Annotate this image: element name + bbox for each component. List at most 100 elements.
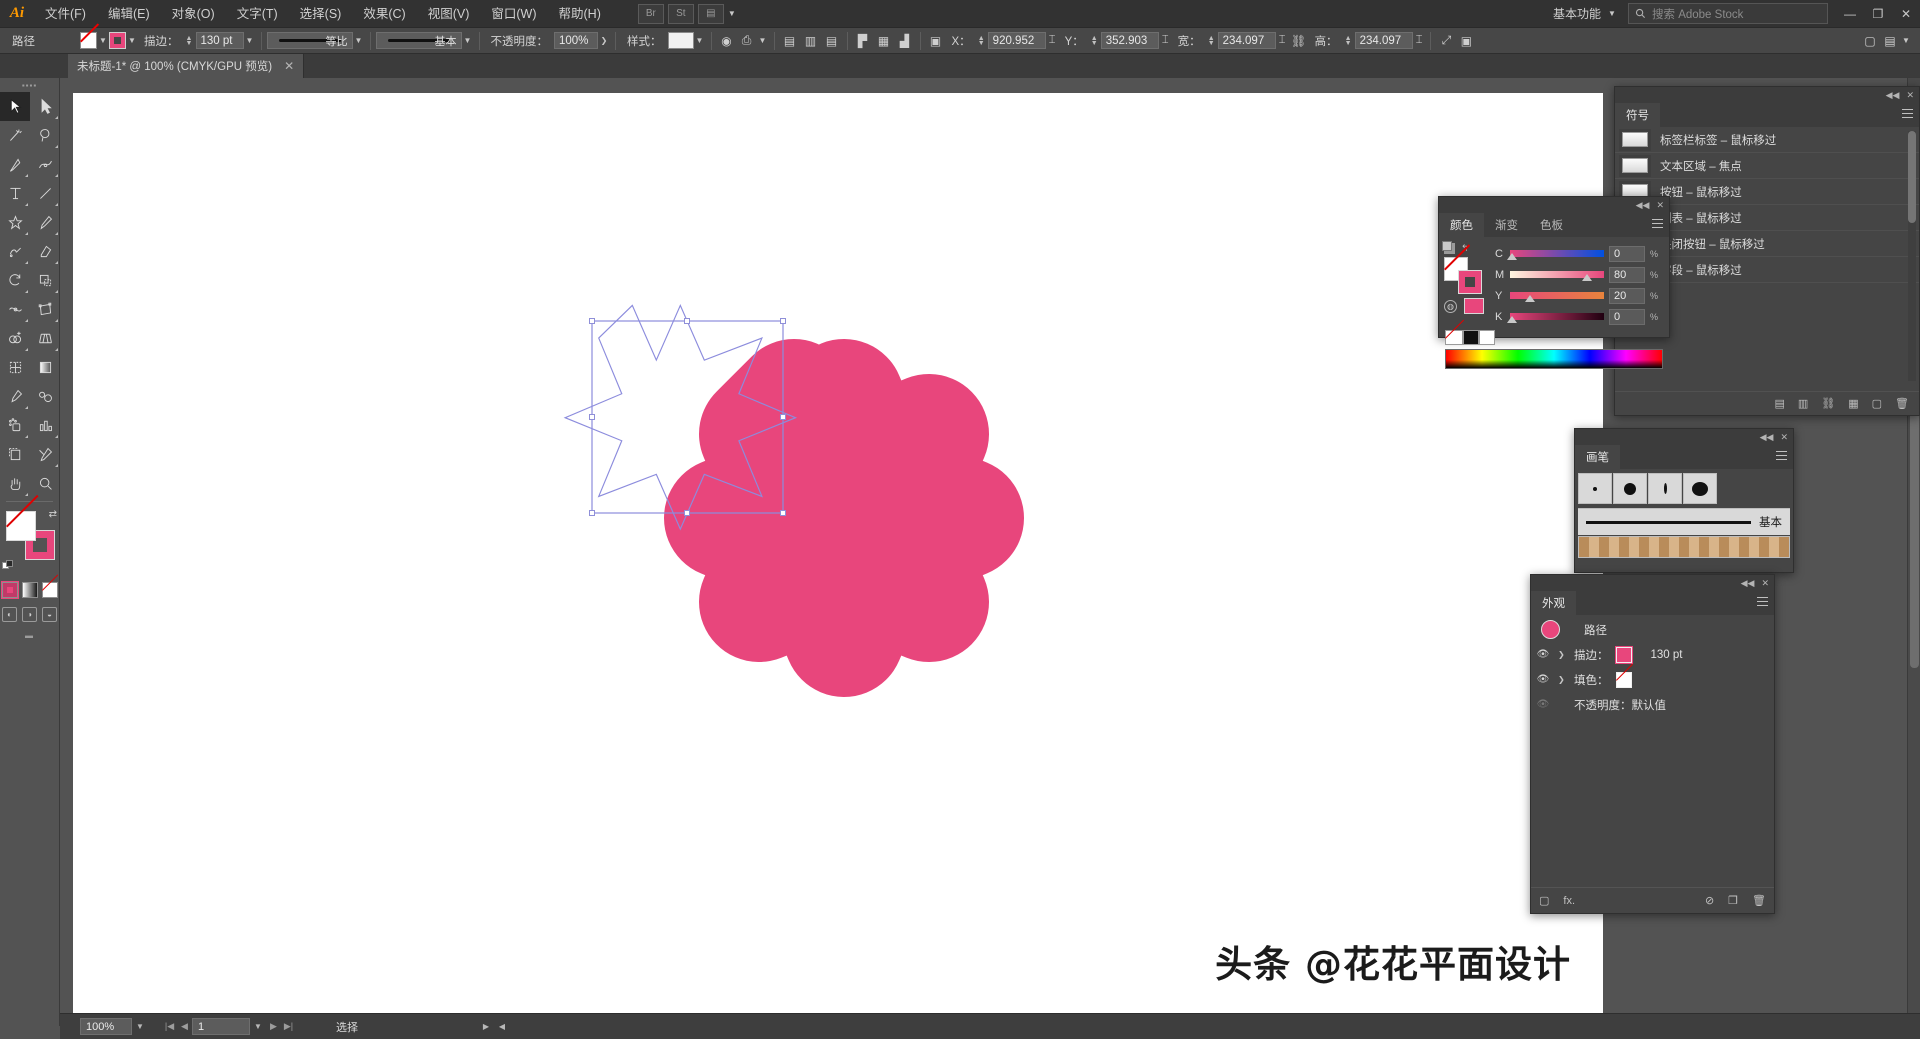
symbols-close-icon[interactable]: ✕ bbox=[1906, 90, 1914, 101]
tool-perspective-grid[interactable] bbox=[30, 324, 60, 353]
fill-swatch[interactable] bbox=[80, 32, 97, 49]
screen-mode-toggle[interactable]: ▬ bbox=[0, 628, 59, 642]
menu-view[interactable]: 视图(V) bbox=[417, 0, 481, 28]
appearance-stroke-visibility-icon[interactable]: 👁 bbox=[1535, 648, 1551, 662]
brush-chevron-down-icon[interactable]: ▼ bbox=[462, 33, 474, 49]
appearance-panel[interactable]: ◀◀ ✕ 外观 路径 👁 ❯ 描边： 130 pt 👁 ❯ 填色： 👁 不透明度… bbox=[1530, 574, 1775, 914]
arrange-chevron-down-icon[interactable]: ▼ bbox=[726, 6, 738, 22]
tool-lasso[interactable] bbox=[30, 121, 60, 150]
brush-definition-select[interactable]: 基本 bbox=[375, 32, 462, 49]
arrange-documents-icon[interactable]: ▤ bbox=[697, 3, 724, 24]
handle-middle-left[interactable] bbox=[589, 414, 595, 420]
brushes-collapse-icon[interactable]: ◀◀ bbox=[1760, 432, 1774, 443]
appearance-stroke-swatch[interactable] bbox=[1615, 646, 1632, 663]
tool-gradient[interactable] bbox=[30, 353, 60, 382]
delete-symbol-icon[interactable]: 🗑 bbox=[1895, 397, 1909, 410]
brushes-close-icon[interactable]: ✕ bbox=[1780, 432, 1788, 443]
first-page-icon[interactable]: |◀ bbox=[162, 1021, 177, 1032]
menu-file[interactable]: 文件(F) bbox=[34, 0, 97, 28]
tool-width[interactable] bbox=[0, 295, 30, 324]
menu-help[interactable]: 帮助(H) bbox=[548, 0, 612, 28]
out-of-gamut-icon[interactable]: ◍ bbox=[1444, 299, 1457, 313]
tool-paintbrush[interactable] bbox=[30, 208, 60, 237]
bridge-icon[interactable]: Br bbox=[637, 3, 664, 24]
tab-swatches[interactable]: 色板 bbox=[1529, 213, 1574, 237]
list-item[interactable]: 标签栏标签 – 鼠标移过 bbox=[1615, 127, 1919, 153]
constrain-proportions-icon[interactable]: ⛓ bbox=[1289, 31, 1309, 51]
color-spectrum-ramp[interactable] bbox=[1445, 349, 1663, 369]
list-item[interactable]: 文本区域 – 焦点 bbox=[1615, 153, 1919, 179]
tab-appearance[interactable]: 外观 bbox=[1531, 591, 1576, 615]
height-stepper[interactable]: ▲ ▼ bbox=[1344, 35, 1353, 47]
stroke-chevron-down-icon[interactable]: ▼ bbox=[126, 33, 138, 49]
channel-value-c[interactable]: 0 bbox=[1609, 245, 1645, 262]
symbol-libraries-icon[interactable]: ▤ bbox=[1774, 397, 1784, 410]
channel-track-m[interactable] bbox=[1510, 270, 1604, 281]
status-flyout-icon[interactable]: ▶ bbox=[478, 1022, 494, 1031]
tab-gradient[interactable]: 渐变 bbox=[1484, 213, 1529, 237]
black-swatch[interactable] bbox=[1463, 330, 1479, 345]
brush-pattern-preview[interactable] bbox=[1578, 536, 1790, 558]
tool-line-segment[interactable] bbox=[30, 179, 60, 208]
appearance-opacity-row[interactable]: 👁 不透明度：默认值 bbox=[1531, 692, 1774, 717]
appearance-close-icon[interactable]: ✕ bbox=[1761, 578, 1769, 589]
transparency-chevron-down-icon[interactable]: ▼ bbox=[757, 33, 769, 49]
transparency-opacity-icon[interactable]: ⎙ bbox=[737, 31, 757, 51]
appearance-opacity-visibility-icon[interactable]: 👁 bbox=[1535, 698, 1551, 712]
minimize-button[interactable]: — bbox=[1836, 0, 1864, 28]
symbols-collapse-icon[interactable]: ◀◀ bbox=[1886, 90, 1900, 101]
clear-appearance-icon[interactable]: ⊘ bbox=[1705, 894, 1714, 907]
tool-selection[interactable] bbox=[0, 92, 30, 121]
tool-column-graph[interactable] bbox=[30, 411, 60, 440]
graphic-style-swatch[interactable] bbox=[667, 32, 694, 49]
brush-preset-tiny[interactable] bbox=[1578, 473, 1612, 504]
drawing-mode-normal-icon[interactable]: ◐ bbox=[2, 607, 17, 622]
arrange-objects-icon[interactable]: ▣ bbox=[1456, 31, 1476, 51]
preferences-icon[interactable]: ▤ bbox=[1880, 31, 1900, 51]
add-new-stroke-icon[interactable]: ▢ bbox=[1539, 894, 1549, 907]
transform-flyout-icon[interactable]: ⤢ bbox=[1436, 31, 1456, 51]
appearance-stroke-row[interactable]: 👁 ❯ 描边： 130 pt bbox=[1531, 642, 1774, 667]
tool-slice[interactable] bbox=[30, 440, 60, 469]
document-tab-close-icon[interactable]: ✕ bbox=[284, 59, 294, 73]
align-left-icon[interactable]: ▤ bbox=[780, 31, 800, 51]
channel-value-k[interactable]: 0 bbox=[1609, 308, 1645, 325]
x-stepper[interactable]: ▲ ▼ bbox=[977, 35, 986, 47]
menu-effect[interactable]: 效果(C) bbox=[352, 0, 416, 28]
tool-symbol-sprayer[interactable] bbox=[0, 411, 30, 440]
menu-select[interactable]: 选择(S) bbox=[289, 0, 353, 28]
stroke-weight-stepper[interactable]: ▲ ▼ bbox=[185, 35, 194, 47]
last-page-icon[interactable]: ▶| bbox=[281, 1021, 296, 1032]
break-link-icon[interactable]: ⛓ bbox=[1821, 397, 1835, 410]
stock-search-input[interactable]: 搜索 Adobe Stock bbox=[1628, 3, 1828, 24]
reference-point-icon[interactable]: ▣ bbox=[926, 31, 946, 51]
drawing-mode-inside-icon[interactable]: ◒ bbox=[42, 607, 57, 622]
brushes-panel[interactable]: ◀◀ ✕ 画笔 基本 bbox=[1574, 428, 1794, 573]
y-value[interactable]: 352.903 bbox=[1100, 32, 1159, 49]
tool-free-transform[interactable] bbox=[30, 295, 60, 324]
brushes-panel-menu-icon[interactable] bbox=[1776, 451, 1787, 463]
appearance-collapse-icon[interactable]: ◀◀ bbox=[1741, 578, 1755, 589]
tab-color[interactable]: 颜色 bbox=[1439, 213, 1484, 237]
handle-top-left[interactable] bbox=[589, 318, 595, 324]
tool-magic-wand[interactable] bbox=[0, 121, 30, 150]
tool-shape[interactable] bbox=[0, 208, 30, 237]
channel-track-c[interactable] bbox=[1507, 249, 1604, 260]
opacity-value[interactable]: 100% bbox=[554, 32, 598, 49]
document-tab[interactable]: 未标题-1* @ 100% (CMYK/GPU 预览) ✕ bbox=[68, 54, 305, 78]
prev-page-icon[interactable]: ◀ bbox=[177, 1021, 192, 1032]
color-close-icon[interactable]: ✕ bbox=[1656, 200, 1664, 211]
stroke-swatch[interactable] bbox=[109, 32, 126, 49]
appearance-opacity-label[interactable]: 不透明度：默认值 bbox=[1574, 697, 1666, 713]
artboard-chevron-down-icon[interactable]: ▼ bbox=[250, 1022, 266, 1031]
tool-rotate[interactable] bbox=[0, 266, 30, 295]
color-panel[interactable]: ◀◀ ✕ 颜色 渐变 色板 ↰ ◍ bbox=[1438, 196, 1670, 369]
symbol-options-icon[interactable]: ▦ bbox=[1848, 397, 1858, 410]
tool-type[interactable] bbox=[0, 179, 30, 208]
menu-edit[interactable]: 编辑(E) bbox=[97, 0, 161, 28]
tool-shaper[interactable] bbox=[0, 237, 30, 266]
tool-blend[interactable] bbox=[30, 382, 60, 411]
color-stroke-proxy[interactable] bbox=[1458, 270, 1482, 294]
brush-preset-oval[interactable] bbox=[1648, 473, 1682, 504]
tool-eraser[interactable] bbox=[30, 237, 60, 266]
